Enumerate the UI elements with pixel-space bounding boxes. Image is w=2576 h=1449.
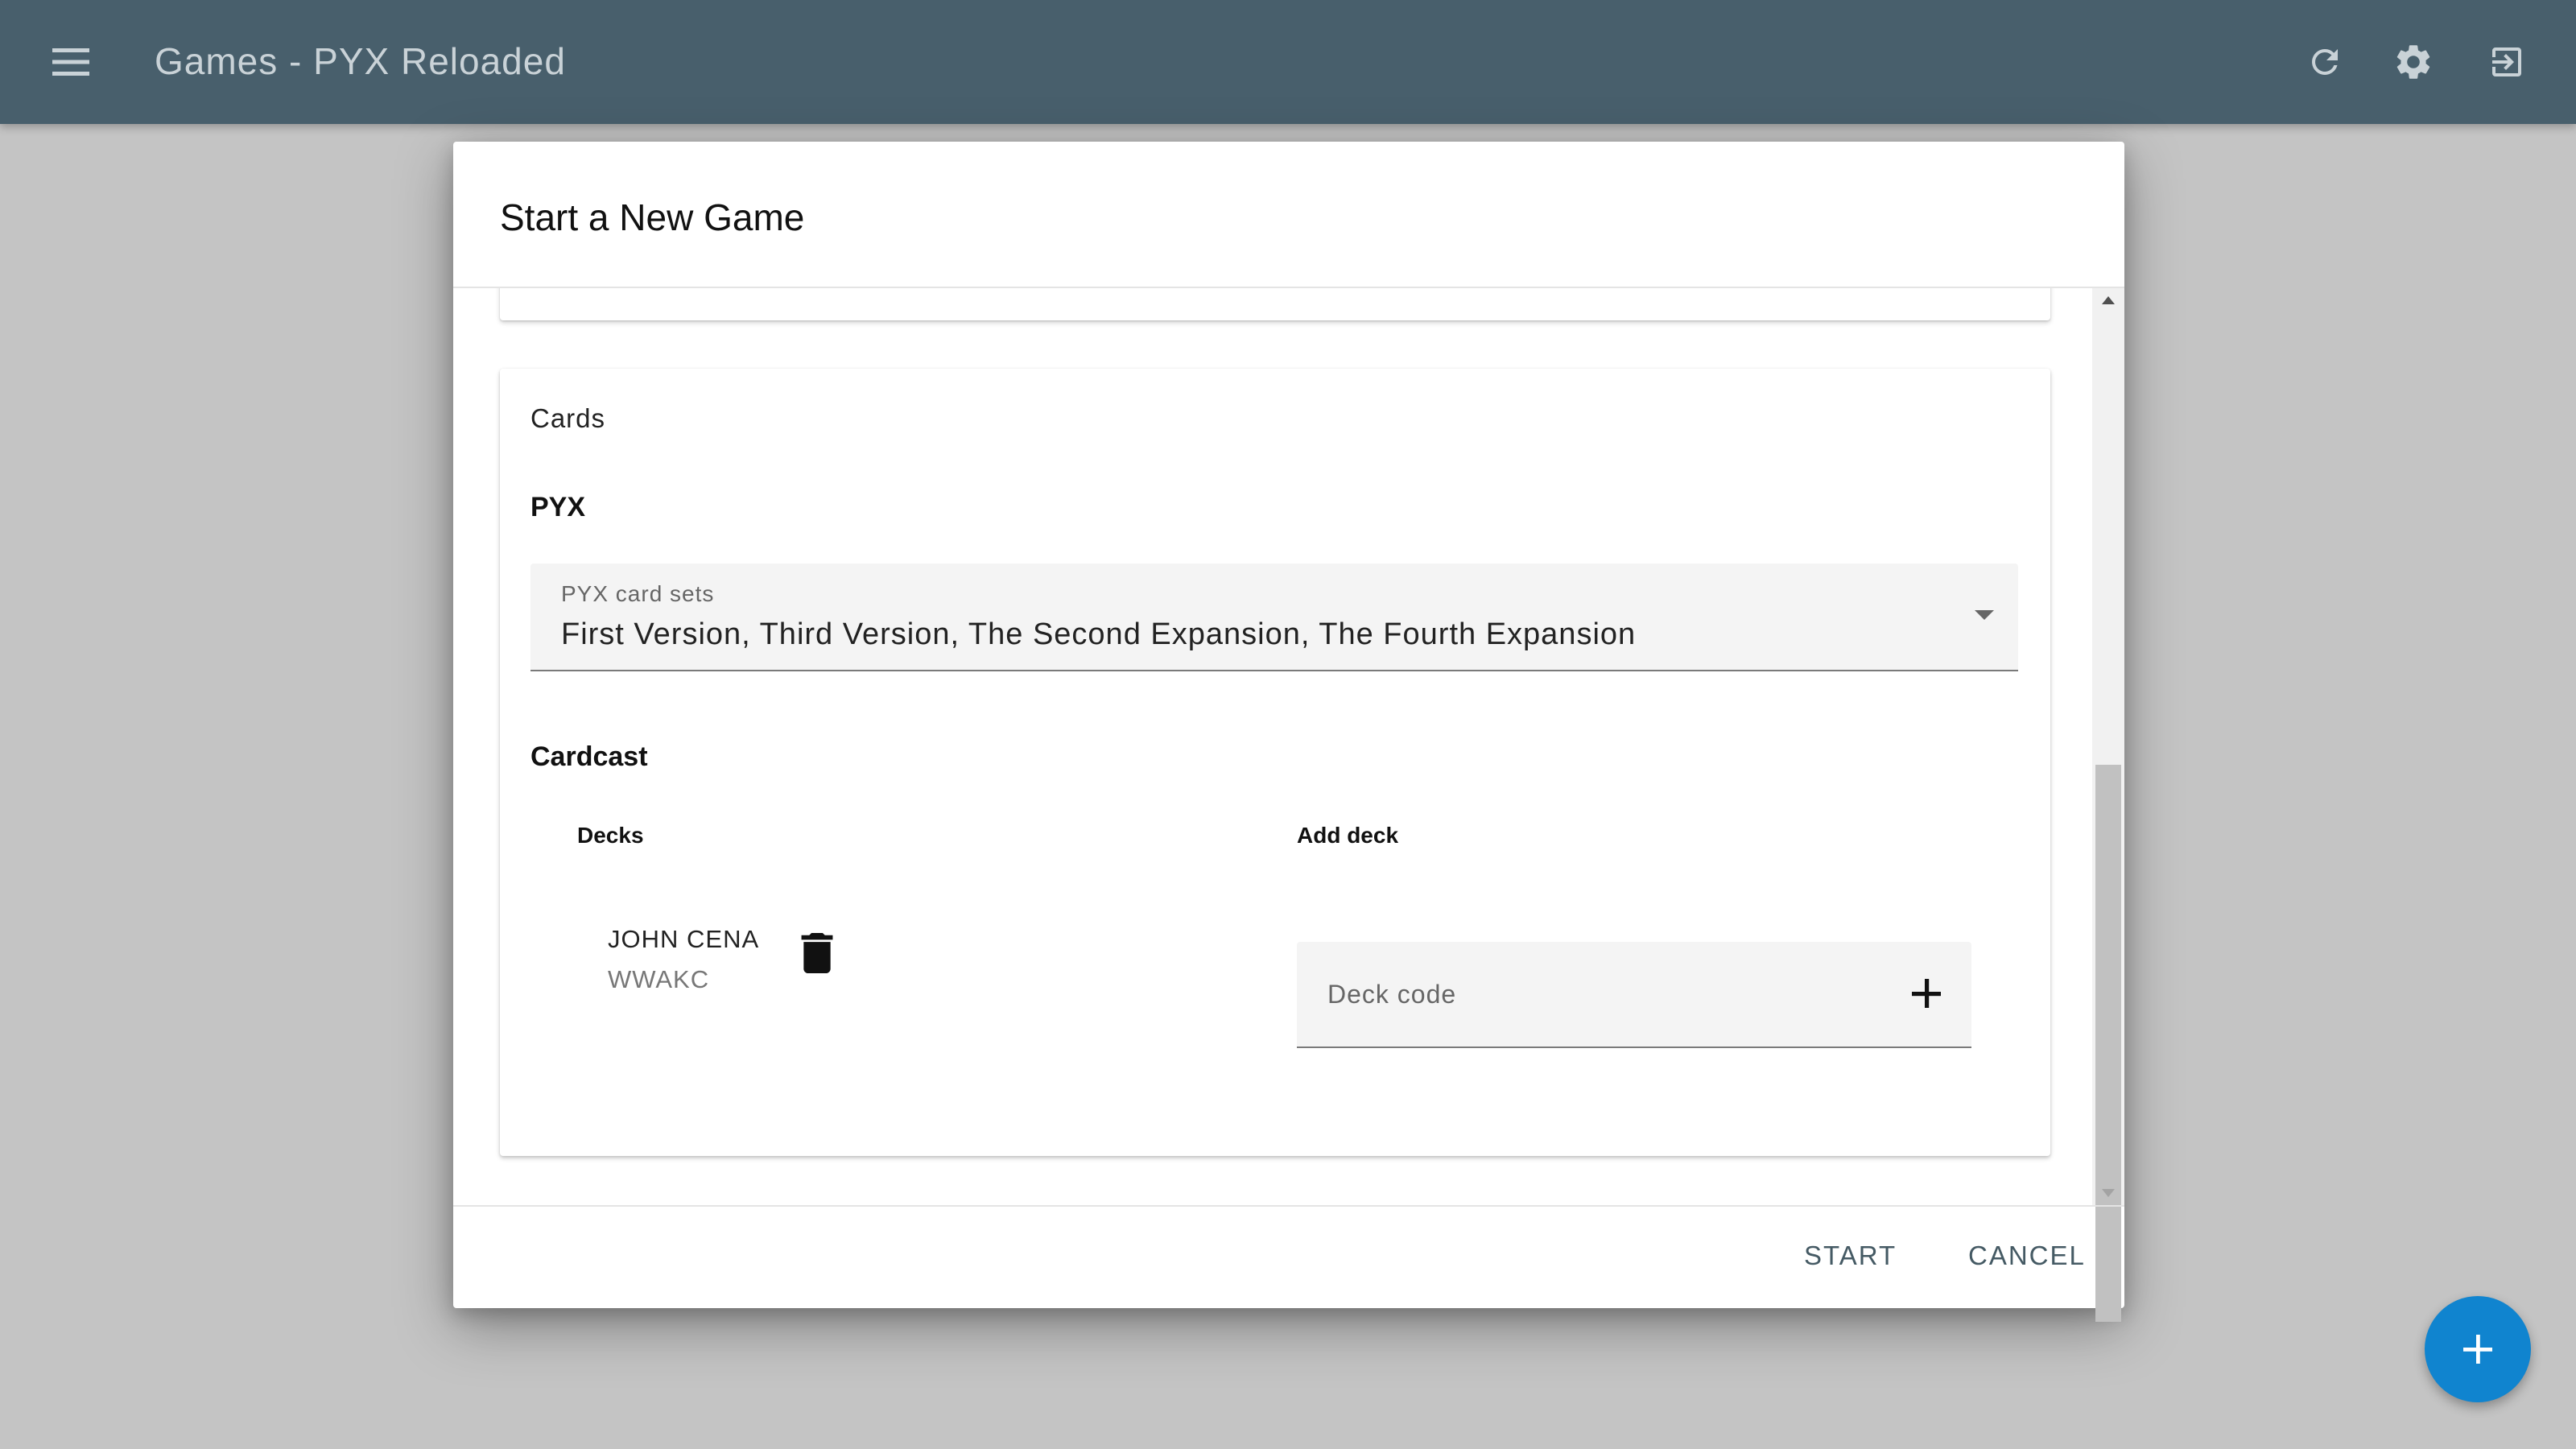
cardcast-heading: Cardcast bbox=[530, 741, 648, 772]
deck-code-input[interactable] bbox=[1297, 942, 1860, 1046]
app-title: Games - PYX Reloaded bbox=[155, 40, 566, 82]
delete-deck-button[interactable] bbox=[793, 929, 841, 977]
scrollbar-thumb[interactable] bbox=[2095, 765, 2121, 1322]
deck-code: WWAKC bbox=[608, 965, 710, 993]
scroll-up-arrow-icon[interactable] bbox=[2102, 296, 2115, 304]
pyx-card-sets-label: PYX card sets bbox=[561, 581, 715, 606]
add-deck-heading: Add deck bbox=[1297, 823, 1399, 848]
app-bar: Games - PYX Reloaded bbox=[0, 0, 2576, 124]
dialog-title: Start a New Game bbox=[500, 196, 805, 238]
add-deck-button[interactable] bbox=[1902, 969, 1951, 1018]
refresh-icon bbox=[2312, 49, 2338, 75]
dialog-content[interactable]: Cards PYX PYX card sets First Version, T… bbox=[453, 288, 2092, 1205]
pyx-card-sets-select[interactable]: PYX card sets First Version, Third Versi… bbox=[530, 564, 2018, 671]
dialog-scrollbar[interactable] bbox=[2092, 288, 2124, 1322]
logout-icon bbox=[2492, 47, 2521, 76]
logout-button[interactable] bbox=[2481, 36, 2533, 88]
start-button[interactable]: START bbox=[1804, 1230, 1897, 1282]
plus-icon bbox=[1912, 979, 1941, 1008]
create-game-fab[interactable] bbox=[2425, 1296, 2531, 1402]
pyx-card-sets-value: First Version, Third Version, The Second… bbox=[561, 617, 1637, 651]
cards-section-card: Cards PYX PYX card sets First Version, T… bbox=[500, 369, 2050, 1156]
trash-icon bbox=[801, 933, 833, 973]
deck-list-item: JOHN CENA WWAKC bbox=[608, 923, 849, 1003]
gear-icon bbox=[2396, 45, 2430, 79]
refresh-button[interactable] bbox=[2299, 36, 2351, 88]
settings-button[interactable] bbox=[2388, 36, 2439, 88]
decks-heading: Decks bbox=[577, 823, 644, 848]
deck-name: JOHN CENA bbox=[608, 925, 760, 953]
cancel-button[interactable]: CANCEL bbox=[1968, 1230, 2086, 1282]
new-game-dialog: Start a New Game Cards PYX PYX card sets… bbox=[453, 142, 2124, 1322]
dropdown-arrow-icon bbox=[1975, 610, 1994, 620]
menu-button[interactable] bbox=[45, 36, 97, 88]
previous-options-card bbox=[500, 288, 2050, 320]
cards-heading: Cards bbox=[530, 403, 606, 433]
pyx-heading: PYX bbox=[530, 492, 586, 522]
scroll-down-arrow-icon[interactable] bbox=[2102, 1189, 2115, 1197]
deck-code-field bbox=[1297, 942, 1971, 1048]
menu-icon bbox=[52, 48, 89, 76]
divider bbox=[453, 1205, 2124, 1207]
plus-icon bbox=[2463, 1335, 2492, 1364]
